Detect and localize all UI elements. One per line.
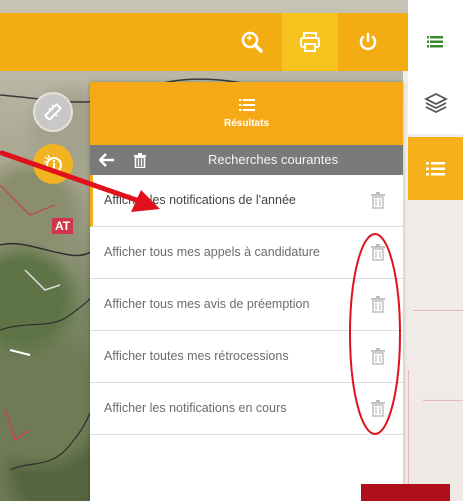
list-item[interactable]: Afficher tous mes avis de préemption bbox=[90, 279, 403, 331]
clear-all-button[interactable] bbox=[132, 151, 148, 169]
red-corner-block bbox=[361, 484, 450, 501]
list-item-label[interactable]: Afficher les notifications de l'année bbox=[104, 193, 296, 207]
menu-button[interactable] bbox=[408, 13, 463, 71]
list-item-label[interactable]: Afficher tous mes avis de préemption bbox=[104, 297, 309, 311]
results-panel-title: Résultats bbox=[223, 118, 269, 129]
list-item-label[interactable]: Afficher les notifications en cours bbox=[104, 401, 287, 415]
results-button[interactable] bbox=[408, 137, 463, 200]
trash-icon[interactable] bbox=[371, 296, 385, 313]
power-icon bbox=[359, 32, 377, 51]
layers-button[interactable] bbox=[408, 71, 463, 134]
trash-icon bbox=[134, 152, 146, 168]
arrow-left-icon bbox=[99, 153, 114, 167]
list-item[interactable]: Afficher tous mes appels à candidature bbox=[90, 227, 403, 279]
ruler-icon bbox=[44, 103, 62, 121]
back-button[interactable] bbox=[98, 151, 116, 169]
subheader-title: Recherches courantes bbox=[208, 152, 339, 167]
list-item-label[interactable]: Afficher tous mes appels à candidature bbox=[104, 245, 320, 259]
info-icon bbox=[44, 154, 62, 173]
saved-searches-list: Afficher les notifications de l'année Af… bbox=[90, 175, 403, 435]
measure-tool-button[interactable] bbox=[33, 92, 73, 132]
trash-icon[interactable] bbox=[371, 400, 385, 417]
power-button[interactable] bbox=[340, 13, 396, 71]
search-icon bbox=[241, 31, 263, 53]
trash-icon[interactable] bbox=[371, 244, 385, 261]
top-toolbar bbox=[0, 13, 408, 71]
print-button[interactable] bbox=[282, 13, 338, 71]
list-item[interactable]: Afficher toutes mes rétrocessions bbox=[90, 331, 403, 383]
results-panel: Résultats Recherches courantes Afficher … bbox=[90, 82, 403, 501]
trash-icon[interactable] bbox=[371, 348, 385, 365]
list-icon bbox=[238, 99, 255, 111]
list-item-label[interactable]: Afficher toutes mes rétrocessions bbox=[104, 349, 289, 363]
list-item[interactable]: Afficher les notifications de l'année bbox=[90, 175, 403, 227]
results-panel-header: Résultats bbox=[90, 82, 403, 145]
print-icon bbox=[300, 32, 320, 52]
info-tool-button[interactable] bbox=[33, 144, 73, 184]
right-sidebar bbox=[408, 13, 463, 200]
menu-icon bbox=[426, 36, 443, 48]
trash-icon[interactable] bbox=[371, 192, 385, 209]
map-zone-label: AT bbox=[52, 218, 74, 234]
search-button[interactable] bbox=[224, 13, 280, 71]
list-icon bbox=[425, 161, 445, 175]
list-item[interactable]: Afficher les notifications en cours bbox=[90, 383, 403, 435]
results-subheader: Recherches courantes bbox=[90, 145, 403, 175]
layers-icon bbox=[423, 92, 448, 113]
